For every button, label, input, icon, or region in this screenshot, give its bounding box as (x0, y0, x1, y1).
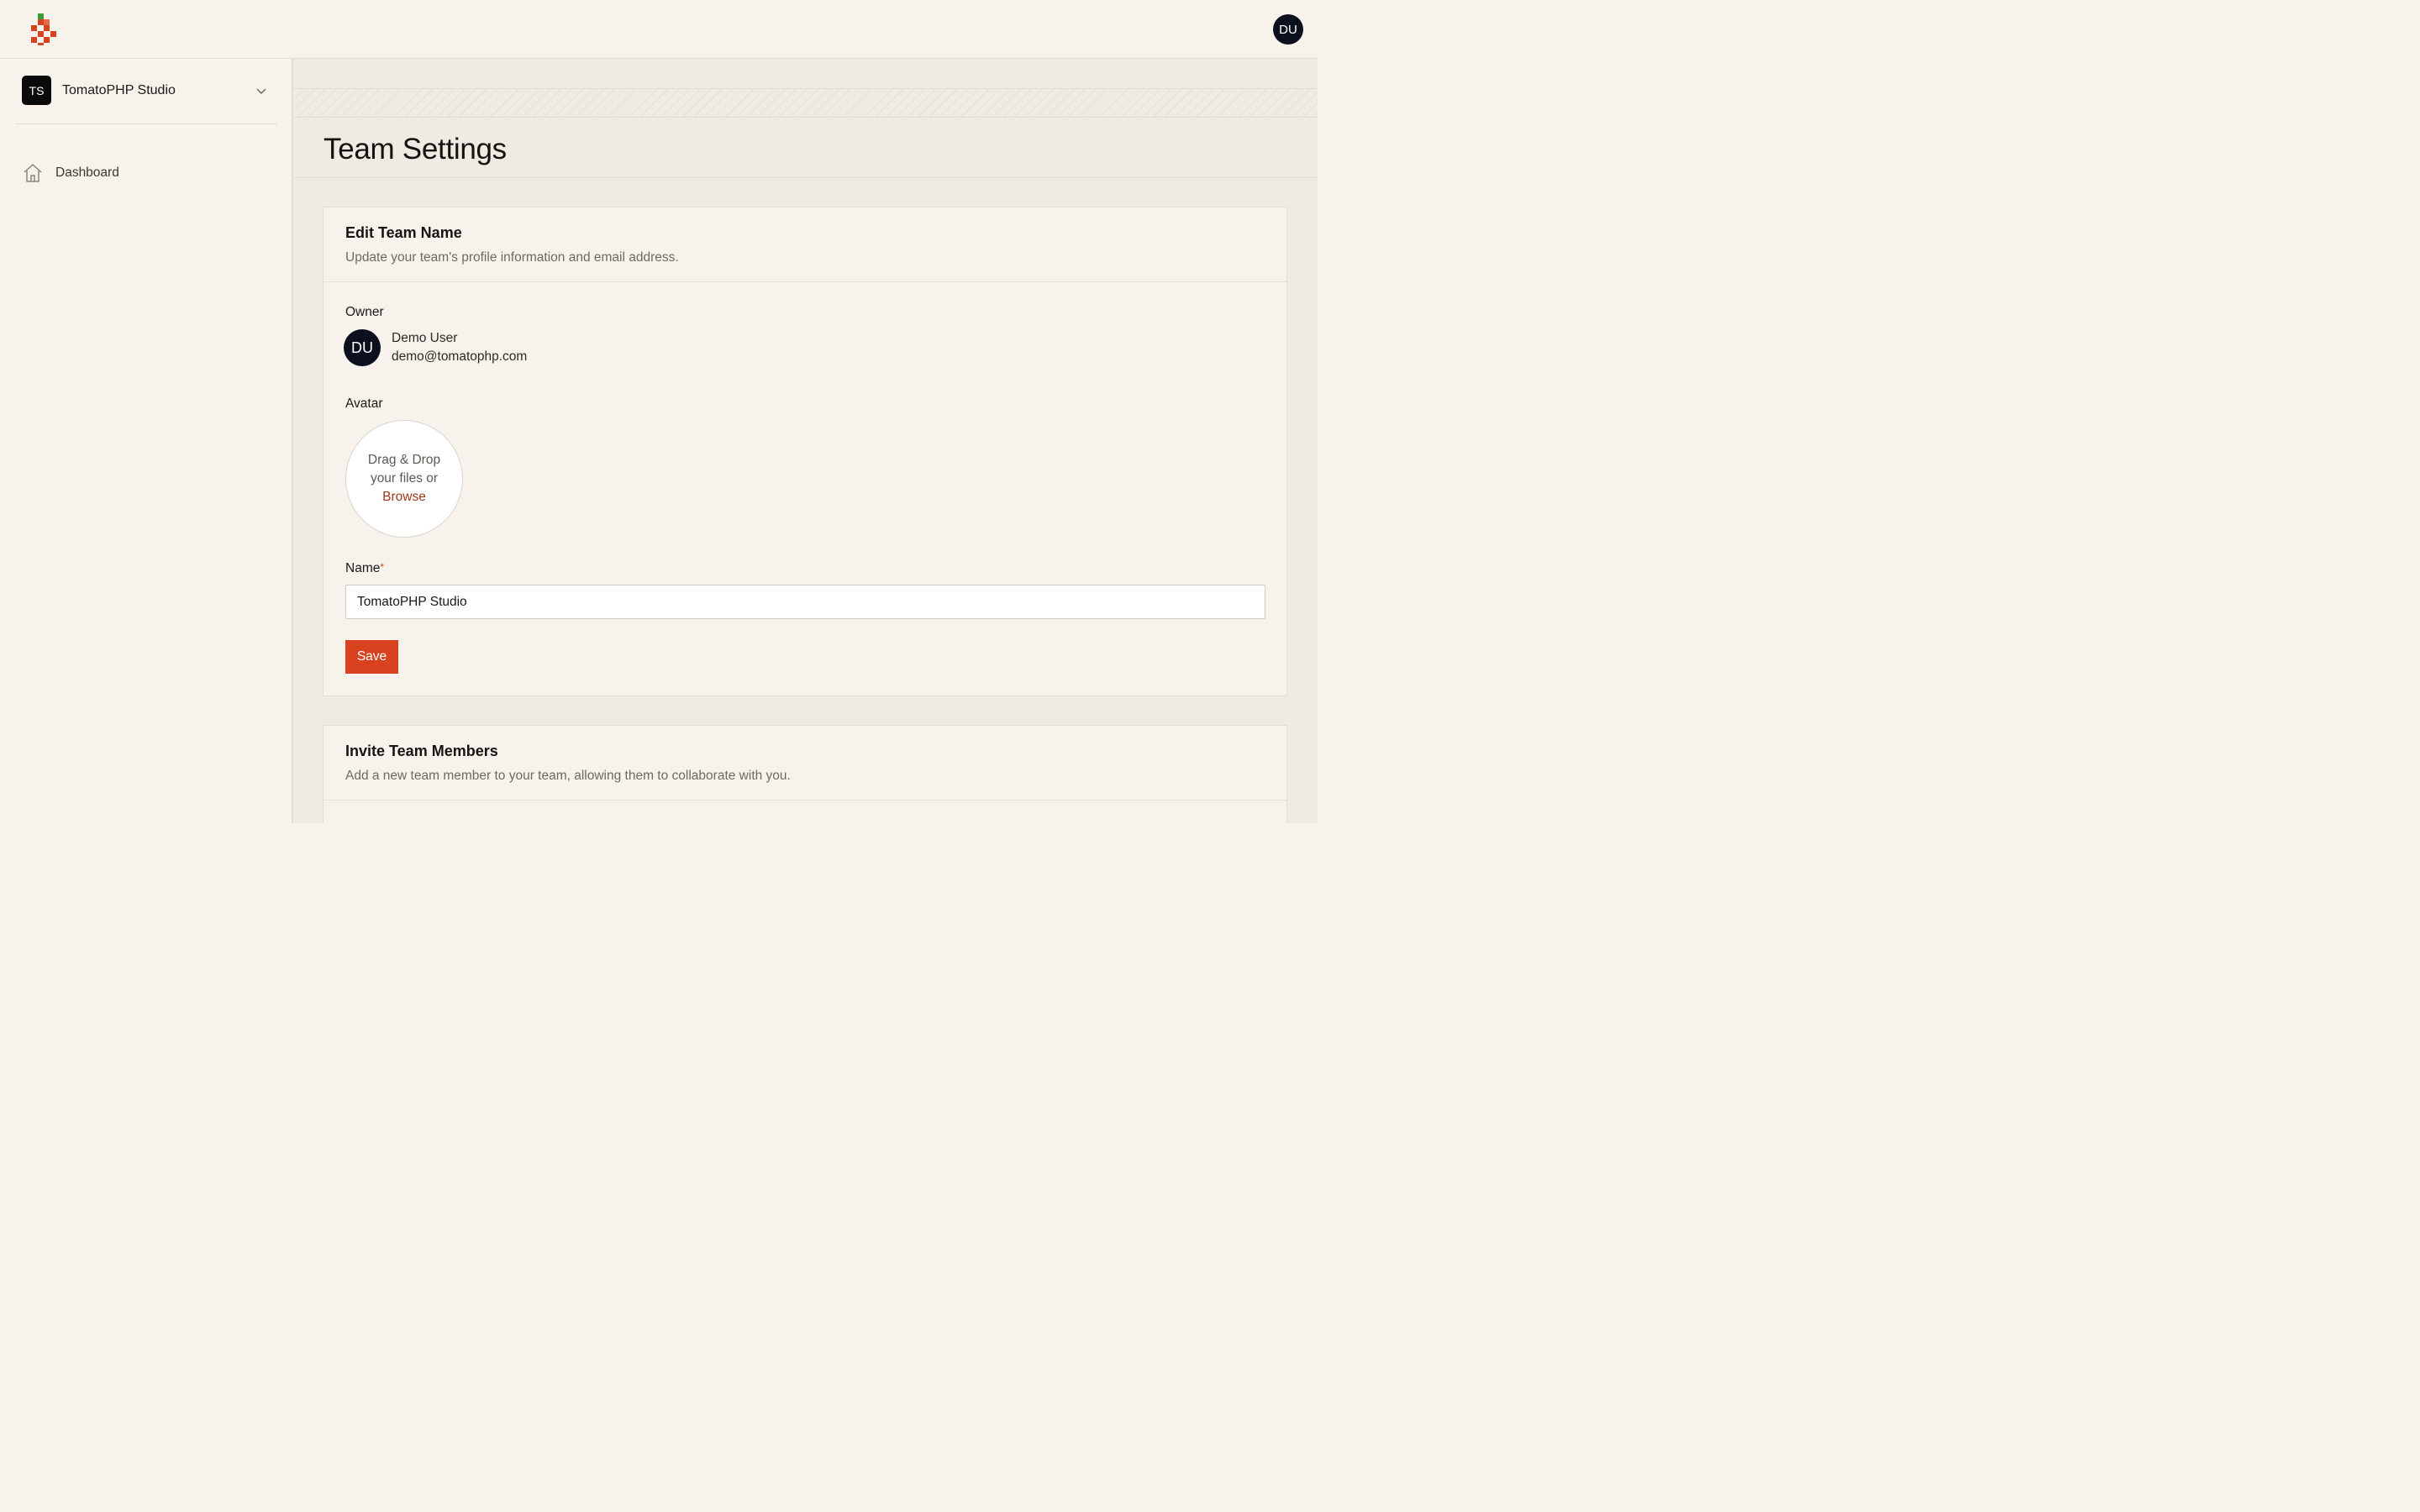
team-switcher[interactable]: TS TomatoPHP Studio (15, 76, 277, 124)
invite-members-card: Invite Team Members Add a new team membe… (323, 725, 1287, 823)
dropzone-text-2: your files or (370, 471, 439, 486)
owner-name: Demo User (392, 331, 458, 345)
sidebar-item-dashboard[interactable]: Dashboard (22, 161, 274, 185)
page-header: Team Settings (293, 118, 1318, 178)
card-description: Update your team's profile information a… (345, 250, 679, 265)
team-name-input[interactable] (345, 585, 1265, 619)
browse-link[interactable]: Browse (382, 488, 426, 507)
card-title: Invite Team Members (345, 743, 498, 759)
owner-email: demo@tomatophp.com (392, 349, 528, 364)
owner-avatar: DU (344, 329, 381, 366)
owner-label: Owner (345, 305, 384, 319)
page-title: Team Settings (324, 133, 507, 165)
team-name: TomatoPHP Studio (62, 83, 176, 97)
card-description: Add a new team member to your team, allo… (345, 769, 791, 783)
tomato-logo-icon[interactable] (31, 13, 57, 45)
team-badge: TS (22, 76, 51, 105)
dropzone-text-1: Drag & Drop (367, 453, 441, 467)
card-header: Edit Team Name Update your team's profil… (324, 207, 1286, 282)
header-stripe (293, 88, 1318, 118)
save-button[interactable]: Save (345, 640, 398, 674)
home-icon (24, 164, 42, 182)
name-label: Name* (345, 561, 384, 576)
card-title: Edit Team Name (345, 224, 462, 241)
edit-team-card: Edit Team Name Update your team's profil… (323, 207, 1287, 696)
main-content: Team Settings Edit Team Name Update your… (293, 59, 1318, 823)
name-label-text: Name (345, 561, 381, 575)
sidebar: TS TomatoPHP Studio Dashboard (0, 59, 293, 823)
card-header: Invite Team Members Add a new team membe… (324, 726, 1286, 801)
user-avatar[interactable]: DU (1273, 14, 1303, 45)
required-mark: * (380, 561, 385, 573)
sidebar-item-label: Dashboard (55, 165, 119, 180)
avatar-label: Avatar (345, 396, 383, 411)
top-bar: DU (0, 0, 1318, 59)
avatar-dropzone[interactable]: Drag & Drop your files or Browse (345, 420, 463, 538)
chevron-down-icon (256, 88, 266, 95)
